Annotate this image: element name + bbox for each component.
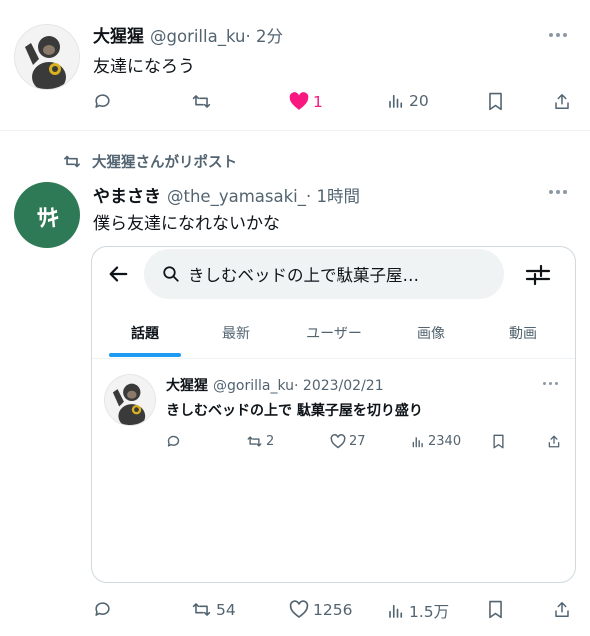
timestamp[interactable]: · 2分 (245, 23, 283, 47)
like-count: 1 (313, 92, 323, 111)
retweet-icon (192, 95, 211, 108)
bookmark-button[interactable] (487, 92, 504, 111)
reply-button[interactable] (93, 92, 112, 111)
reply-icon (95, 94, 110, 108)
bookmark-icon (489, 92, 502, 111)
tweet-header: やまさき @the_yamasaki_ · 1時間 (93, 182, 360, 207)
tab-latest[interactable]: 最新 (222, 323, 250, 343)
reply-button[interactable] (93, 600, 112, 619)
retweet-icon (64, 155, 80, 168)
gorilla-icon (112, 383, 146, 425)
bookmark-icon (493, 434, 504, 449)
like-button[interactable]: 1256 (289, 600, 352, 619)
search-input[interactable]: きしむベッドの上で駄菓子屋… (144, 249, 504, 299)
reply-icon (167, 435, 180, 447)
search-header: きしむベッドの上で駄菓子屋… (92, 247, 575, 307)
bookmark-button[interactable] (492, 434, 505, 449)
inner-tweet[interactable]: 大猩猩 @gorilla_ku · 2023/02/21 きしむベッドの上で 駄… (92, 360, 575, 460)
search-icon (163, 266, 179, 282)
view-count: 2340 (428, 434, 462, 449)
like-count: 27 (349, 434, 366, 449)
author-name[interactable]: 大猩猩 (93, 22, 144, 47)
author-handle[interactable]: @gorilla_ku (213, 378, 294, 394)
author-handle[interactable]: @gorilla_ku (150, 27, 245, 46)
tab-people[interactable]: ユーザー (306, 323, 362, 343)
active-tab-indicator (109, 353, 181, 357)
share-icon (555, 94, 569, 109)
views-button[interactable]: 20 (387, 92, 429, 110)
retweet-button[interactable]: 54 (191, 600, 236, 619)
views-button[interactable]: 1.5万 (387, 600, 449, 622)
action-bar: 54 1256 1.5万 (93, 600, 573, 622)
retweet-button[interactable]: 2 (246, 434, 274, 449)
divider (0, 130, 590, 131)
embedded-image[interactable]: きしむベッドの上で駄菓子屋… 話題 最新 ユーザー 画像 動画 大猩猩 @gor… (91, 246, 576, 583)
tab-videos[interactable]: 動画 (509, 323, 537, 343)
heart-icon (289, 600, 309, 619)
tab-media[interactable]: 画像 (417, 323, 445, 343)
gorilla-avatar[interactable] (14, 24, 80, 90)
heart-icon (330, 434, 346, 449)
share-icon (555, 602, 569, 617)
more-options-icon[interactable] (549, 190, 567, 194)
retweet-button[interactable] (191, 92, 212, 111)
like-button[interactable]: 1 (289, 92, 323, 111)
like-count: 1256 (313, 600, 353, 619)
views-icon (389, 604, 403, 618)
avatar-text: ｻｷ (37, 203, 59, 232)
tweet-header: 大猩猩 @gorilla_ku · 2分 (93, 22, 283, 47)
tab-top[interactable]: 話題 (131, 323, 159, 343)
bookmark-icon (489, 600, 502, 619)
share-button[interactable] (553, 600, 571, 619)
tweet-1[interactable]: 大猩猩 @gorilla_ku · 2分 友達になろう 1 20 (0, 0, 590, 130)
retweet-icon (247, 436, 262, 447)
heart-filled-icon (289, 92, 309, 110)
view-count: 20 (409, 92, 429, 110)
inner-tweet-header: 大猩猩 @gorilla_ku · 2023/02/21 (166, 375, 384, 395)
inner-action-bar: 2 27 2340 (166, 434, 566, 456)
tweet-text: 友達になろう (93, 57, 195, 77)
repost-notice[interactable]: 大猩猩さんがリポスト (62, 151, 237, 172)
more-options-icon[interactable] (549, 33, 567, 37)
more-options-icon[interactable] (543, 382, 558, 385)
views-icon (389, 94, 403, 108)
tweet-text: 僕ら友達になれないかな (93, 214, 280, 234)
like-button[interactable]: 27 (330, 434, 366, 449)
retweet-count: 54 (216, 600, 236, 619)
timestamp[interactable]: · 2023/02/21 (294, 378, 384, 394)
timestamp[interactable]: · 1時間 (306, 183, 360, 207)
views-button[interactable]: 2340 (411, 434, 461, 449)
views-icon (412, 436, 423, 447)
view-count: 1.5万 (409, 603, 450, 621)
filter-settings-icon[interactable] (525, 263, 551, 287)
yamasaki-avatar[interactable]: ｻｷ (14, 182, 80, 248)
reply-button[interactable] (166, 434, 181, 449)
inner-tweet-text: きしむベッドの上で 駄菓子屋を切り盛り (166, 403, 423, 419)
share-icon (548, 435, 560, 448)
gorilla-icon (25, 36, 66, 89)
retweet-count: 2 (266, 434, 275, 449)
gorilla-avatar[interactable] (104, 374, 156, 426)
author-name[interactable]: 大猩猩 (166, 375, 208, 395)
repost-text: 大猩猩さんがリポスト (92, 155, 237, 171)
share-button[interactable] (553, 92, 571, 111)
back-arrow-icon[interactable] (106, 263, 130, 285)
action-bar: 1 20 (93, 92, 573, 114)
bookmark-button[interactable] (487, 600, 504, 619)
search-tabs: 話題 最新 ユーザー 画像 動画 (92, 307, 575, 359)
author-handle[interactable]: @the_yamasaki_ (167, 187, 306, 206)
search-query: きしむベッドの上で駄菓子屋… (188, 266, 419, 285)
retweet-icon (192, 603, 211, 616)
author-name[interactable]: やまさき (93, 182, 161, 207)
share-button[interactable] (547, 434, 561, 449)
reply-icon (95, 602, 110, 616)
